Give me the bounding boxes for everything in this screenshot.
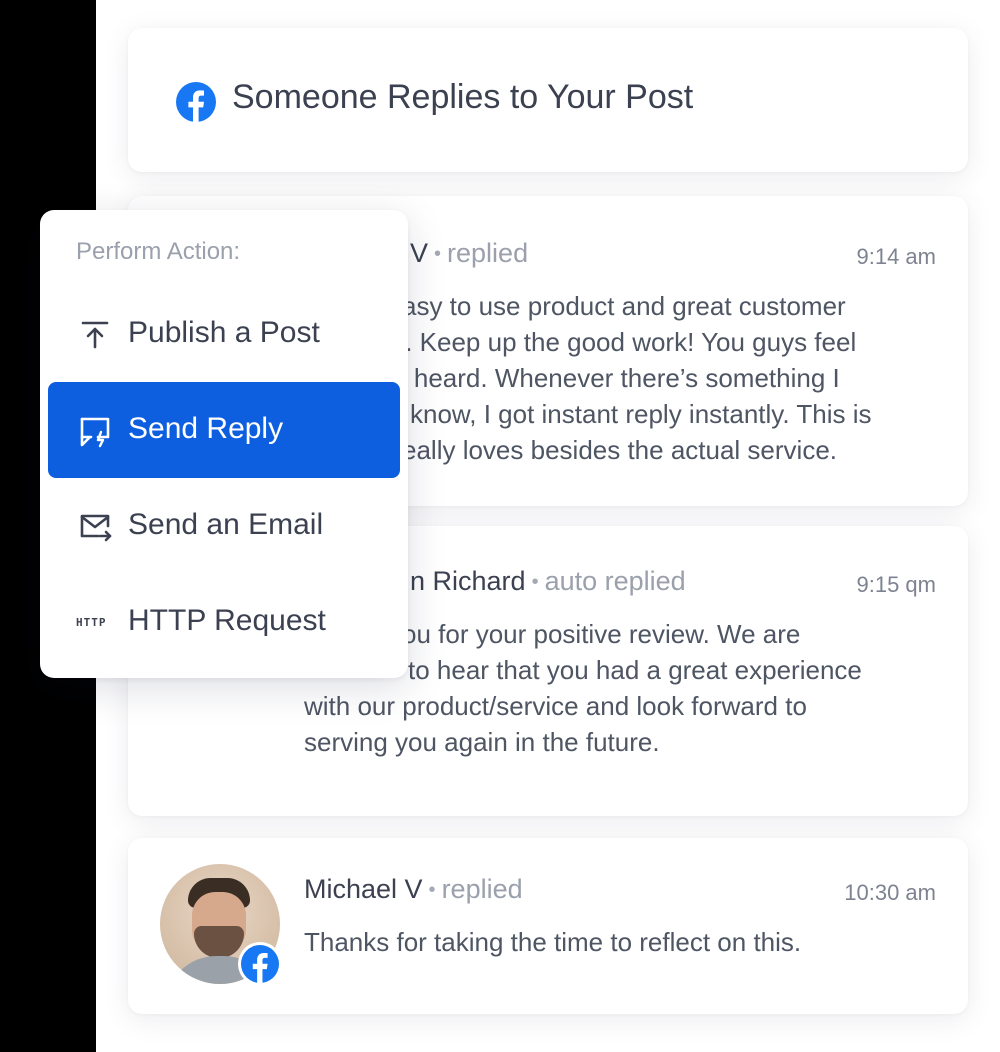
message-line: with our product/service and look forwar… — [304, 691, 807, 721]
facebook-icon — [176, 82, 216, 122]
message-action: replied — [447, 238, 529, 268]
message-body: Thanks for taking the time to reflect on… — [304, 924, 801, 960]
message-time: 9:15 qm — [856, 572, 937, 597]
avatar-beard — [194, 926, 244, 958]
menu-item-send-email[interactable]: Send an Email — [48, 478, 400, 574]
message-author: n Richard • auto replied — [410, 566, 686, 597]
menu-item-label: Send an Email — [128, 508, 324, 541]
email-send-icon — [80, 514, 112, 542]
menu-item-label: Publish a Post — [128, 316, 320, 349]
menu-item-label: HTTP Request — [128, 604, 326, 637]
facebook-icon — [241, 945, 279, 983]
message-line: to hear that you had a great experience — [408, 655, 862, 685]
upload-icon — [81, 321, 109, 349]
message-line: Thanks for taking the time to reflect on… — [304, 927, 802, 957]
author-name: n Richard — [410, 566, 526, 596]
avatar-facebook-badge — [238, 942, 282, 986]
menu-item-http-request[interactable]: HTTP HTTP Request — [48, 574, 400, 670]
message-line: t. Keep up the good work! You guys feel — [398, 327, 857, 357]
message-author: V • replied — [410, 238, 528, 269]
message-action: auto replied — [544, 566, 686, 596]
author-name: V — [410, 238, 429, 268]
menu-title: Perform Action: — [76, 238, 241, 265]
message-line: r heard. Whenever there’s something I — [398, 363, 840, 393]
separator-dot: • — [428, 879, 436, 902]
message-author: Michael V • replied — [304, 874, 523, 905]
message-time: 9:14 am — [856, 244, 937, 269]
menu-item-send-reply[interactable]: Send Reply — [48, 382, 400, 478]
reply-icon — [80, 417, 110, 448]
menu-item-label: Send Reply — [128, 412, 284, 445]
separator-dot: • — [434, 243, 442, 266]
message-line: eally loves besides the actual service. — [402, 435, 838, 465]
separator-dot: • — [531, 571, 539, 594]
http-icon: HTTP — [76, 616, 107, 629]
message-time: 10:30 am — [844, 880, 936, 905]
message-line: know, I got instant reply instantly. Thi… — [410, 399, 872, 429]
author-name: Michael V — [304, 874, 423, 904]
menu-item-publish-post[interactable]: Publish a Post — [48, 286, 400, 382]
message-line: asy to use product and great customer — [402, 291, 846, 321]
message-action: replied — [441, 874, 523, 904]
message-body: asy to use product and great customer t.… — [398, 288, 872, 468]
message-line: ou for your positive review. We are — [402, 619, 801, 649]
page-title: Someone Replies to Your Post — [232, 78, 694, 116]
message-line: serving you again in the future. — [304, 727, 660, 757]
